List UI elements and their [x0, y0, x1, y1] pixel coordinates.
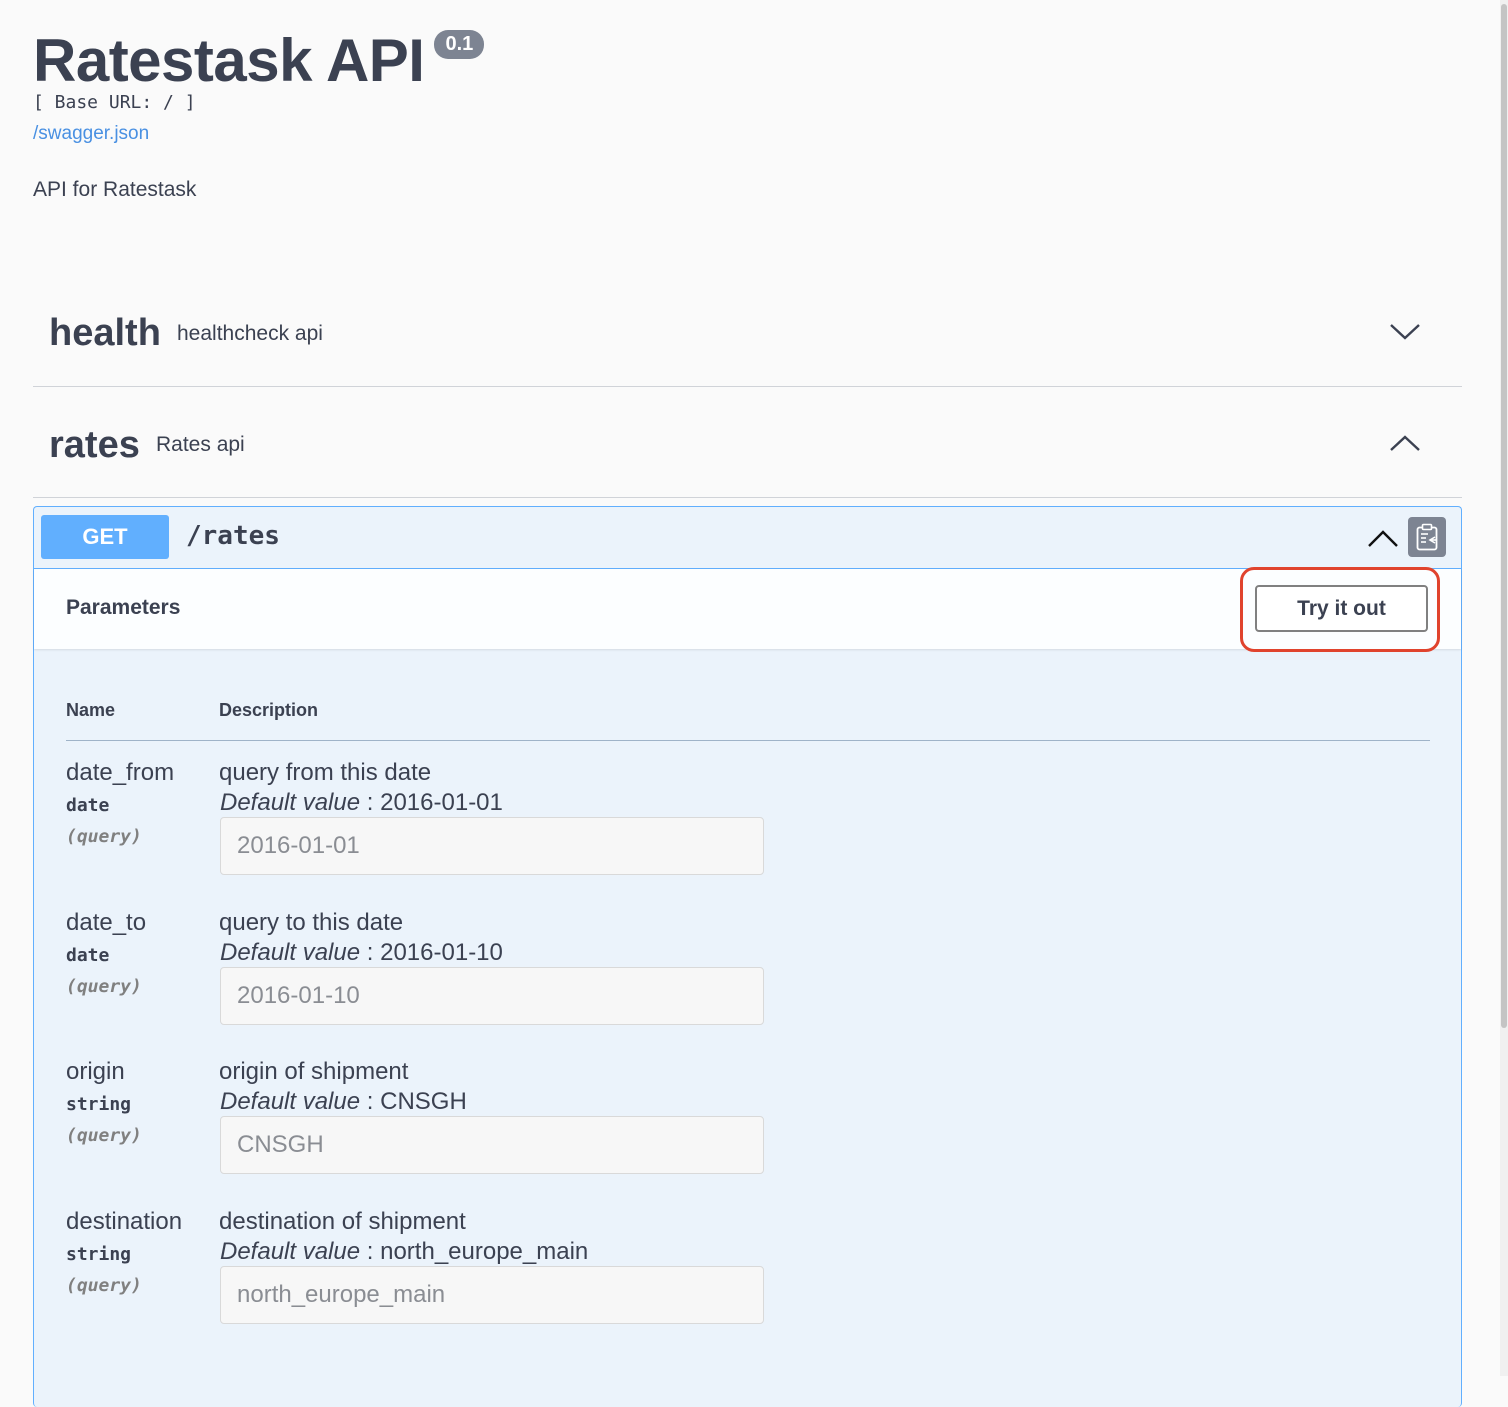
param-location: (query): [66, 976, 142, 997]
param-description: destination of shipment: [219, 1208, 466, 1235]
operation-path[interactable]: /rates: [186, 521, 280, 551]
date-from-input[interactable]: [220, 817, 764, 875]
column-header-name: Name: [66, 700, 116, 720]
param-row-origin: origin string (query) origin of shipment…: [34, 1058, 1461, 1208]
copy-path-button[interactable]: [1408, 517, 1446, 557]
default-value: CNSGH: [380, 1088, 467, 1115]
tag-name[interactable]: health: [49, 312, 161, 355]
tag-section-health[interactable]: health healthcheck api: [33, 300, 1462, 387]
tag-name[interactable]: rates: [49, 424, 140, 467]
chevron-up-icon[interactable]: [1368, 529, 1398, 547]
param-description: query to this date: [219, 909, 404, 936]
default-value: 2016-01-10: [380, 939, 503, 966]
default-label: Default value: [220, 1088, 361, 1115]
param-description: query from this date: [219, 759, 432, 786]
param-name: date_from: [66, 759, 175, 786]
param-name: destination: [66, 1208, 183, 1235]
default-value: 2016-01-01: [380, 789, 503, 816]
chevron-down-icon[interactable]: [1390, 324, 1420, 340]
param-location: (query): [66, 1275, 142, 1296]
param-description: origin of shipment: [219, 1058, 409, 1085]
default-value: north_europe_main: [380, 1238, 589, 1265]
param-default: Default value : north_europe_main: [220, 1238, 589, 1265]
param-type: string: [66, 1094, 132, 1115]
default-label: Default value: [220, 789, 361, 816]
base-url: [ Base URL: / ]: [33, 92, 196, 113]
default-label: Default value: [220, 1238, 361, 1265]
param-row-date-from: date_from date (query) query from this d…: [34, 759, 1461, 909]
param-type: string: [66, 1244, 132, 1265]
parameters-header: Parameters Try it out: [34, 567, 1461, 652]
chevron-up-icon[interactable]: [1390, 435, 1420, 451]
method-badge: GET: [41, 515, 169, 559]
param-location: (query): [66, 826, 142, 847]
parameters-title: Parameters: [66, 596, 181, 619]
swagger-json-link[interactable]: /swagger.json: [33, 123, 149, 145]
operation-get-rates: GET /rates Parameters Try it out Name De…: [33, 506, 1462, 1407]
scrollbar-thumb[interactable]: [1501, 4, 1507, 1028]
destination-input[interactable]: [220, 1266, 764, 1324]
param-default: Default value : 2016-01-10: [220, 939, 503, 966]
tag-description: Rates api: [156, 433, 245, 456]
param-location: (query): [66, 1125, 142, 1146]
param-type: date: [66, 945, 110, 966]
param-type: date: [66, 795, 110, 816]
param-default: Default value : CNSGH: [220, 1088, 467, 1115]
param-name: origin: [66, 1058, 125, 1085]
tag-section-rates[interactable]: rates Rates api: [33, 412, 1462, 498]
default-label: Default value: [220, 939, 361, 966]
api-description: API for Ratestask: [33, 178, 197, 201]
param-name: date_to: [66, 909, 147, 936]
operation-summary[interactable]: GET /rates: [34, 507, 1461, 569]
table-divider: [66, 740, 1430, 741]
try-it-out-button[interactable]: Try it out: [1255, 585, 1428, 632]
tag-description: healthcheck api: [177, 322, 323, 345]
column-header-description: Description: [219, 700, 319, 720]
origin-input[interactable]: [220, 1116, 764, 1174]
api-title: Ratestask API: [33, 27, 425, 94]
param-default: Default value : 2016-01-01: [220, 789, 503, 816]
clipboard-icon: [1416, 523, 1438, 551]
date-to-input[interactable]: [220, 967, 764, 1025]
version-badge: 0.1: [434, 30, 485, 59]
param-row-destination: destination string (query) destination o…: [34, 1208, 1461, 1358]
param-row-date-to: date_to date (query) query to this date …: [34, 909, 1461, 1059]
api-title-row: Ratestask API 0.1: [33, 26, 485, 96]
